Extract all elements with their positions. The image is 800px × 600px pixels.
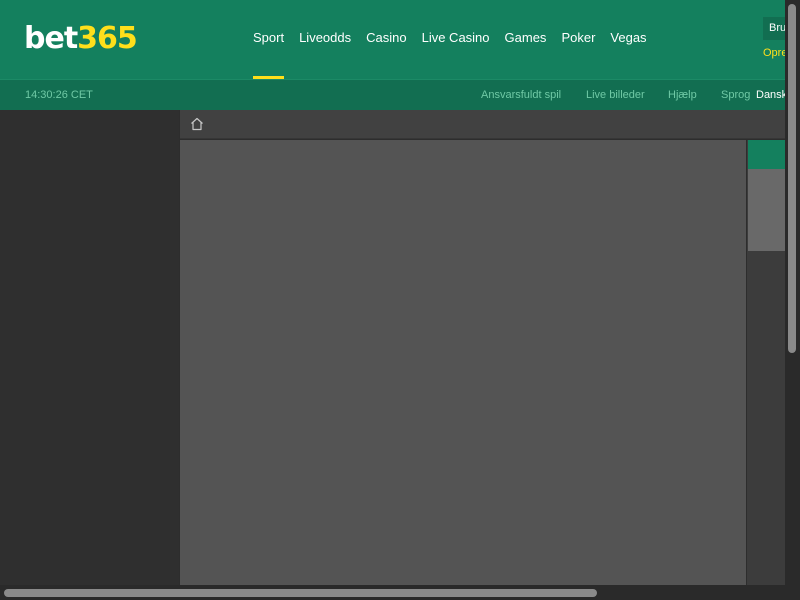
right-panel-block	[748, 169, 785, 251]
home-icon[interactable]	[189, 116, 205, 132]
breadcrumb	[180, 110, 785, 139]
language-label[interactable]: Sprog	[721, 80, 750, 111]
bet365-logo[interactable]: bet365	[24, 20, 138, 58]
live-images-link[interactable]: Live billeder	[586, 80, 645, 111]
left-sidebar	[0, 110, 179, 585]
responsible-gambling-link[interactable]: Ansvarsfuldt spil	[481, 80, 561, 111]
nav-item-games[interactable]: Games	[505, 0, 547, 79]
right-panel-header	[748, 140, 785, 169]
vertical-scrollbar[interactable]	[785, 0, 800, 585]
nav-item-sport[interactable]: Sport	[253, 0, 285, 79]
sub-header: 14:30:26 CET Ansvarsfuldt spil Live bill…	[0, 79, 785, 110]
logo-text-365: 365	[77, 21, 138, 56]
nav-item-vegas[interactable]: Vegas	[610, 0, 646, 79]
nav-item-casino[interactable]: Casino	[366, 0, 406, 79]
main-nav: Sport Liveodds Casino Live Casino Games …	[253, 0, 662, 79]
nav-item-live-casino[interactable]: Live Casino	[422, 0, 490, 79]
clock: 14:30:26 CET	[25, 89, 93, 101]
language-selector[interactable]: Dansk	[756, 80, 785, 111]
site-header: bet365 Sport Liveodds Casino Live Casino…	[0, 0, 785, 79]
horizontal-scrollbar[interactable]	[0, 585, 785, 600]
horizontal-scroll-thumb[interactable]	[4, 589, 597, 597]
join-link[interactable]: Opre	[763, 47, 785, 59]
page-viewport: bet365 Sport Liveodds Casino Live Casino…	[0, 0, 785, 585]
login-button[interactable]: Bru	[763, 17, 785, 40]
main-content	[180, 140, 746, 585]
help-link[interactable]: Hjælp	[668, 80, 697, 111]
nav-item-liveodds[interactable]: Liveodds	[299, 0, 351, 79]
logo-text-bet: bet	[24, 21, 78, 56]
vertical-scroll-thumb[interactable]	[788, 4, 796, 353]
nav-item-poker[interactable]: Poker	[561, 0, 595, 79]
scrollbar-corner	[785, 585, 800, 600]
